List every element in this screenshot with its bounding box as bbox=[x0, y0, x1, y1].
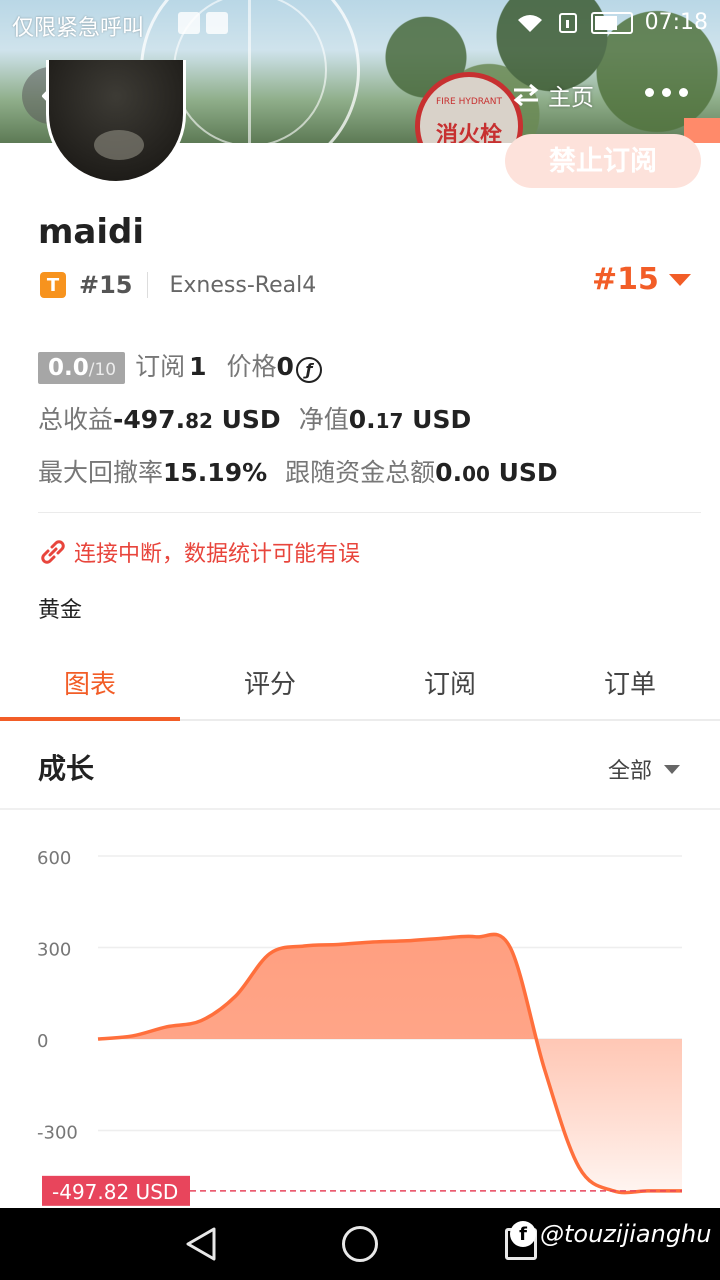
drawdown-label: 最大回撤率 bbox=[38, 458, 164, 487]
rank-label: #15 bbox=[79, 271, 133, 299]
price-label: 价格 bbox=[226, 352, 277, 381]
nav-home-icon[interactable] bbox=[342, 1226, 378, 1262]
stats-row-1: 0.0/10 订阅 1 价格 0 ƒ bbox=[38, 347, 322, 384]
watermark-text: @touzijianghu bbox=[540, 1220, 712, 1248]
username: maidi bbox=[38, 212, 145, 252]
home-button[interactable]: 主页 bbox=[512, 78, 594, 112]
clock: 07:18 bbox=[644, 10, 708, 35]
connection-warning: 连接中断，数据统计可能有误 bbox=[40, 536, 360, 568]
stats-row-2: 总收益 -497.82 USD 净值 0.17 USD bbox=[38, 400, 471, 436]
watermark: f @touzijianghu bbox=[510, 1220, 711, 1248]
broken-link-icon bbox=[41, 540, 65, 564]
chart-header: 成长 全部 bbox=[0, 723, 720, 810]
follow-total-value: 0.00 USD bbox=[435, 458, 558, 487]
instrument-tag: 黄金 bbox=[38, 598, 83, 623]
drawdown-value: 15.19% bbox=[163, 458, 268, 487]
tab-chart[interactable]: 图表 bbox=[0, 646, 180, 721]
rank-big-label: #15 bbox=[592, 262, 659, 297]
wifi-icon bbox=[517, 14, 542, 32]
status-bar: 仅限紧急呼叫 07:18 bbox=[0, 0, 720, 48]
subscribe-count-value: 1 bbox=[189, 352, 207, 381]
server-name: Exness-Real4 bbox=[169, 272, 317, 298]
net-value: 0.17 USD bbox=[348, 405, 472, 434]
more-options-icon[interactable] bbox=[645, 88, 688, 97]
tab-bar: 图表 评分 订阅 订单 bbox=[0, 646, 720, 721]
rank-dropdown[interactable]: #15 bbox=[592, 262, 691, 297]
total-profit-value: -497.82 USD bbox=[113, 405, 281, 434]
caret-down-icon bbox=[664, 764, 681, 774]
price-value: 0 bbox=[276, 352, 294, 381]
tab-subscriptions[interactable]: 订阅 bbox=[360, 646, 540, 719]
sim-icon bbox=[558, 12, 577, 33]
divider bbox=[146, 272, 148, 298]
tab-rating[interactable]: 评分 bbox=[180, 646, 360, 719]
subscribe-count-label: 订阅 bbox=[135, 352, 186, 381]
tab-orders[interactable]: 订单 bbox=[540, 646, 720, 719]
battery-icon bbox=[590, 11, 633, 34]
y-tick-label: 600 bbox=[37, 848, 71, 869]
divider bbox=[38, 512, 701, 513]
subscribe-button[interactable]: 禁止订阅 bbox=[505, 134, 701, 188]
chart-title: 成长 bbox=[38, 752, 95, 785]
coin-icon: ƒ bbox=[295, 357, 322, 383]
notification-icons bbox=[178, 12, 228, 34]
switch-icon bbox=[513, 83, 539, 107]
nav-back-icon[interactable] bbox=[184, 1226, 218, 1262]
caret-down-icon bbox=[668, 273, 691, 286]
y-tick-label: -300 bbox=[37, 1123, 78, 1144]
warning-text: 连接中断，数据统计可能有误 bbox=[74, 542, 361, 567]
y-tick-label: 0 bbox=[37, 1031, 48, 1052]
last-value-label: -497.82 USD bbox=[52, 1180, 178, 1204]
watermark-logo: f bbox=[510, 1221, 536, 1247]
avatar[interactable] bbox=[46, 60, 186, 184]
image-icon bbox=[206, 12, 228, 34]
carrier-text: 仅限紧急呼叫 bbox=[12, 16, 145, 41]
score-badge: 0.0/10 bbox=[38, 352, 126, 384]
trader-badge-icon: T bbox=[40, 272, 66, 298]
total-profit-label: 总收益 bbox=[38, 405, 114, 434]
range-filter-label: 全部 bbox=[608, 759, 653, 784]
home-label: 主页 bbox=[548, 85, 594, 111]
growth-chart: 600 300 0 -300 -497.82 USD bbox=[37, 848, 682, 1206]
net-value-label: 净值 bbox=[298, 405, 349, 434]
stats-row-3: 最大回撤率 15.19% 跟随资金总额 0.00 USD bbox=[38, 453, 558, 489]
follow-total-label: 跟随资金总额 bbox=[285, 458, 436, 487]
rank-row: T #15 Exness-Real4 bbox=[40, 268, 316, 302]
notification-icon bbox=[178, 12, 200, 34]
range-filter-dropdown[interactable]: 全部 bbox=[608, 753, 681, 785]
y-tick-label: 300 bbox=[37, 940, 71, 961]
